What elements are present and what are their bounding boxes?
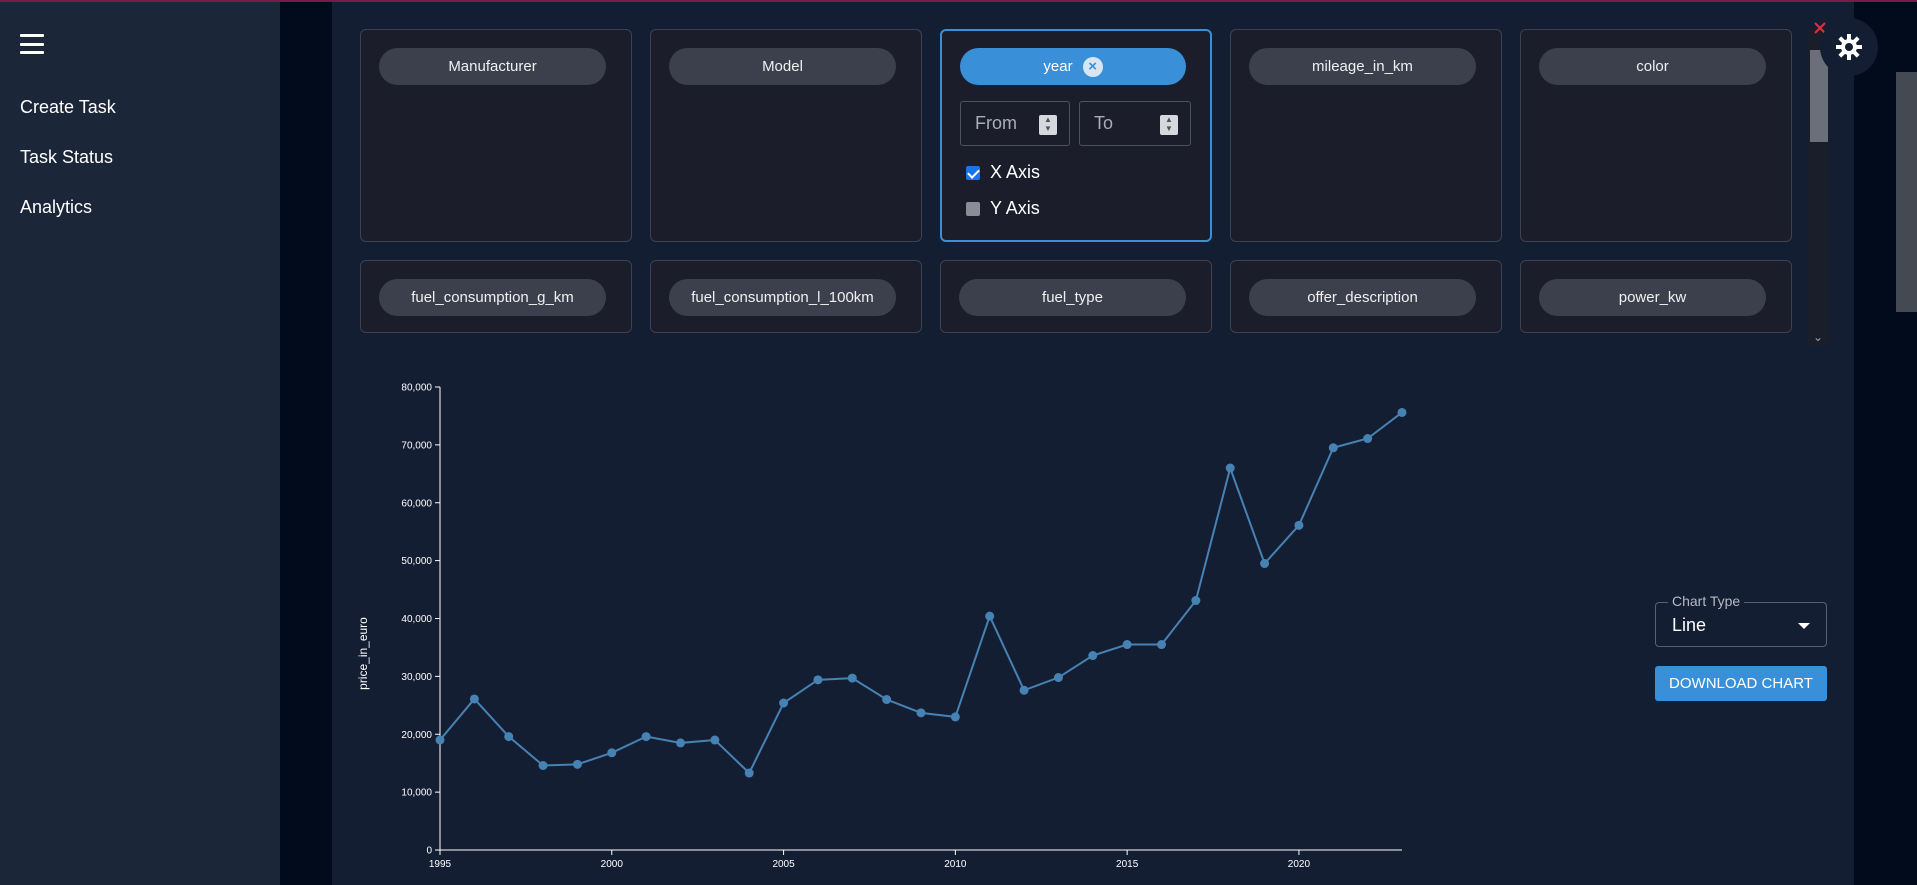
x-tick-label: 2000 (601, 859, 624, 870)
data-point[interactable] (916, 708, 926, 718)
y-tick-label: 20,000 (401, 730, 432, 741)
data-point[interactable] (1019, 685, 1029, 695)
year-from-input[interactable]: From ▲ ▼ (960, 101, 1070, 146)
data-point[interactable] (538, 761, 548, 771)
hamburger-menu-icon[interactable] (20, 32, 44, 56)
chart-type-select[interactable]: Chart Type Line (1655, 593, 1827, 647)
sidebar-item-analytics[interactable]: Analytics (20, 197, 92, 218)
stepper-icon[interactable]: ▲ ▼ (1039, 115, 1057, 135)
filter-pill-offer-description[interactable]: offer_description (1249, 279, 1476, 316)
data-point[interactable] (813, 675, 823, 685)
x-axis-checkbox-row[interactable]: X Axis (966, 162, 1040, 183)
x-axis: 1995 2000 2005 2010 2015 2020 (429, 849, 1402, 870)
data-point[interactable] (1157, 640, 1166, 650)
data-point[interactable] (1225, 463, 1235, 473)
data-point[interactable] (641, 732, 651, 742)
y-tick-label: 60,000 (401, 498, 432, 509)
y-axis-label: price_in_euro (356, 617, 370, 690)
filter-card-fuel-g-km: fuel_consumption_g_km (360, 260, 632, 333)
theme-toggle-button[interactable] (1820, 18, 1878, 76)
data-point[interactable] (1260, 559, 1270, 569)
x-tick-label: 2005 (772, 859, 795, 870)
x-tick-label: 1995 (429, 859, 452, 870)
year-to-input[interactable]: To ▲ ▼ (1079, 101, 1191, 146)
chevron-down-icon[interactable]: ⌄ (1813, 330, 1823, 344)
filter-card-offer-description: offer_description (1230, 260, 1502, 333)
data-point[interactable] (1191, 596, 1201, 606)
y-tick-label: 50,000 (401, 556, 432, 567)
filter-pill-year-label: year (1043, 58, 1073, 75)
data-point[interactable] (710, 735, 720, 745)
sidebar-item-create-task[interactable]: Create Task (20, 97, 116, 118)
filter-pill-manufacturer[interactable]: Manufacturer (379, 48, 606, 85)
data-point[interactable] (572, 759, 582, 769)
sidebar-item-task-status[interactable]: Task Status (20, 147, 113, 168)
y-tick-label: 30,000 (401, 672, 432, 683)
x-axis-label: X Axis (990, 162, 1041, 182)
data-point[interactable] (950, 712, 960, 722)
line-chart: 0 10,000 20,000 30,000 40,000 50,000 60,000 70,… (356, 383, 1407, 870)
clear-icon[interactable]: × (1082, 56, 1103, 77)
y-tick-label: 0 (426, 846, 432, 857)
stepper-icon[interactable]: ▲ ▼ (1160, 115, 1178, 135)
x-tick-label: 2020 (1288, 859, 1311, 870)
sidebar: Create Task Task Status Analytics (0, 2, 280, 885)
data-point[interactable] (435, 735, 445, 745)
filter-pill-mileage[interactable]: mileage_in_km (1249, 48, 1476, 85)
chart-type-legend: Chart Type (1668, 593, 1745, 609)
filter-card-mileage: mileage_in_km (1230, 29, 1502, 242)
series-line (439, 411, 1403, 775)
data-point[interactable] (847, 673, 857, 683)
series-group (435, 407, 1407, 778)
data-point[interactable] (1294, 520, 1304, 530)
y-tick-label: 70,000 (401, 440, 432, 451)
filter-pill-model[interactable]: Model (669, 48, 896, 85)
data-point[interactable] (469, 694, 479, 704)
data-point[interactable] (1397, 407, 1407, 417)
data-point[interactable] (1088, 651, 1098, 661)
y-tick-label: 10,000 (401, 788, 432, 799)
filter-card-model: Model (650, 29, 922, 242)
filter-pill-power-kw[interactable]: power_kw (1539, 279, 1766, 316)
filter-card-color: color (1520, 29, 1792, 242)
y-axis-label: Y Axis (990, 198, 1040, 218)
page-scrollbar-thumb[interactable] (1896, 72, 1917, 312)
year-to-placeholder: To (1094, 113, 1114, 133)
chart-type-value: Line (1672, 615, 1707, 635)
filter-pill-color[interactable]: color (1539, 48, 1766, 85)
y-axis-checkbox-row[interactable]: Y Axis (966, 198, 1040, 219)
year-from-placeholder: From (975, 113, 1017, 133)
data-point[interactable] (882, 695, 892, 705)
data-point[interactable] (607, 748, 617, 758)
filter-card-manufacturer: Manufacturer (360, 29, 632, 242)
x-tick-label: 2010 (944, 859, 967, 870)
filter-card-power-kw: power_kw (1520, 260, 1792, 333)
filter-pill-fuel-l-100km[interactable]: fuel_consumption_l_100km (669, 279, 896, 316)
data-point[interactable] (1122, 640, 1132, 650)
filter-card-fuel-l-100km: fuel_consumption_l_100km (650, 260, 922, 333)
y-axis-checkbox[interactable] (966, 201, 980, 216)
data-point[interactable] (676, 738, 685, 748)
filter-pill-year[interactable]: year × (960, 48, 1186, 85)
download-chart-button[interactable]: DOWNLOAD CHART (1655, 666, 1827, 701)
data-point[interactable] (504, 732, 514, 742)
y-axis: 0 10,000 20,000 30,000 40,000 50,000 60,000 70,… (401, 383, 441, 857)
data-point[interactable] (985, 611, 995, 621)
filter-card-year: year × From ▲ ▼ To ▲ ▼ X Axis Y Axis (940, 29, 1212, 242)
x-axis-checkbox[interactable] (966, 165, 980, 180)
y-tick-label: 40,000 (401, 614, 432, 625)
filter-pill-fuel-type[interactable]: fuel_type (959, 279, 1186, 316)
gear-icon (1836, 34, 1862, 60)
data-point[interactable] (779, 698, 789, 708)
data-point[interactable] (1363, 434, 1373, 444)
dropdown-arrow-icon (1798, 623, 1810, 629)
filters-scrollbar[interactable]: ⌄ (1808, 28, 1830, 346)
filter-card-fuel-type: fuel_type (940, 260, 1212, 333)
data-point[interactable] (744, 768, 754, 778)
filter-pill-fuel-g-km[interactable]: fuel_consumption_g_km (379, 279, 606, 316)
y-tick-label: 80,000 (401, 383, 432, 394)
data-point[interactable] (1053, 673, 1063, 683)
data-point[interactable] (1328, 443, 1338, 453)
x-tick-label: 2015 (1116, 859, 1139, 870)
